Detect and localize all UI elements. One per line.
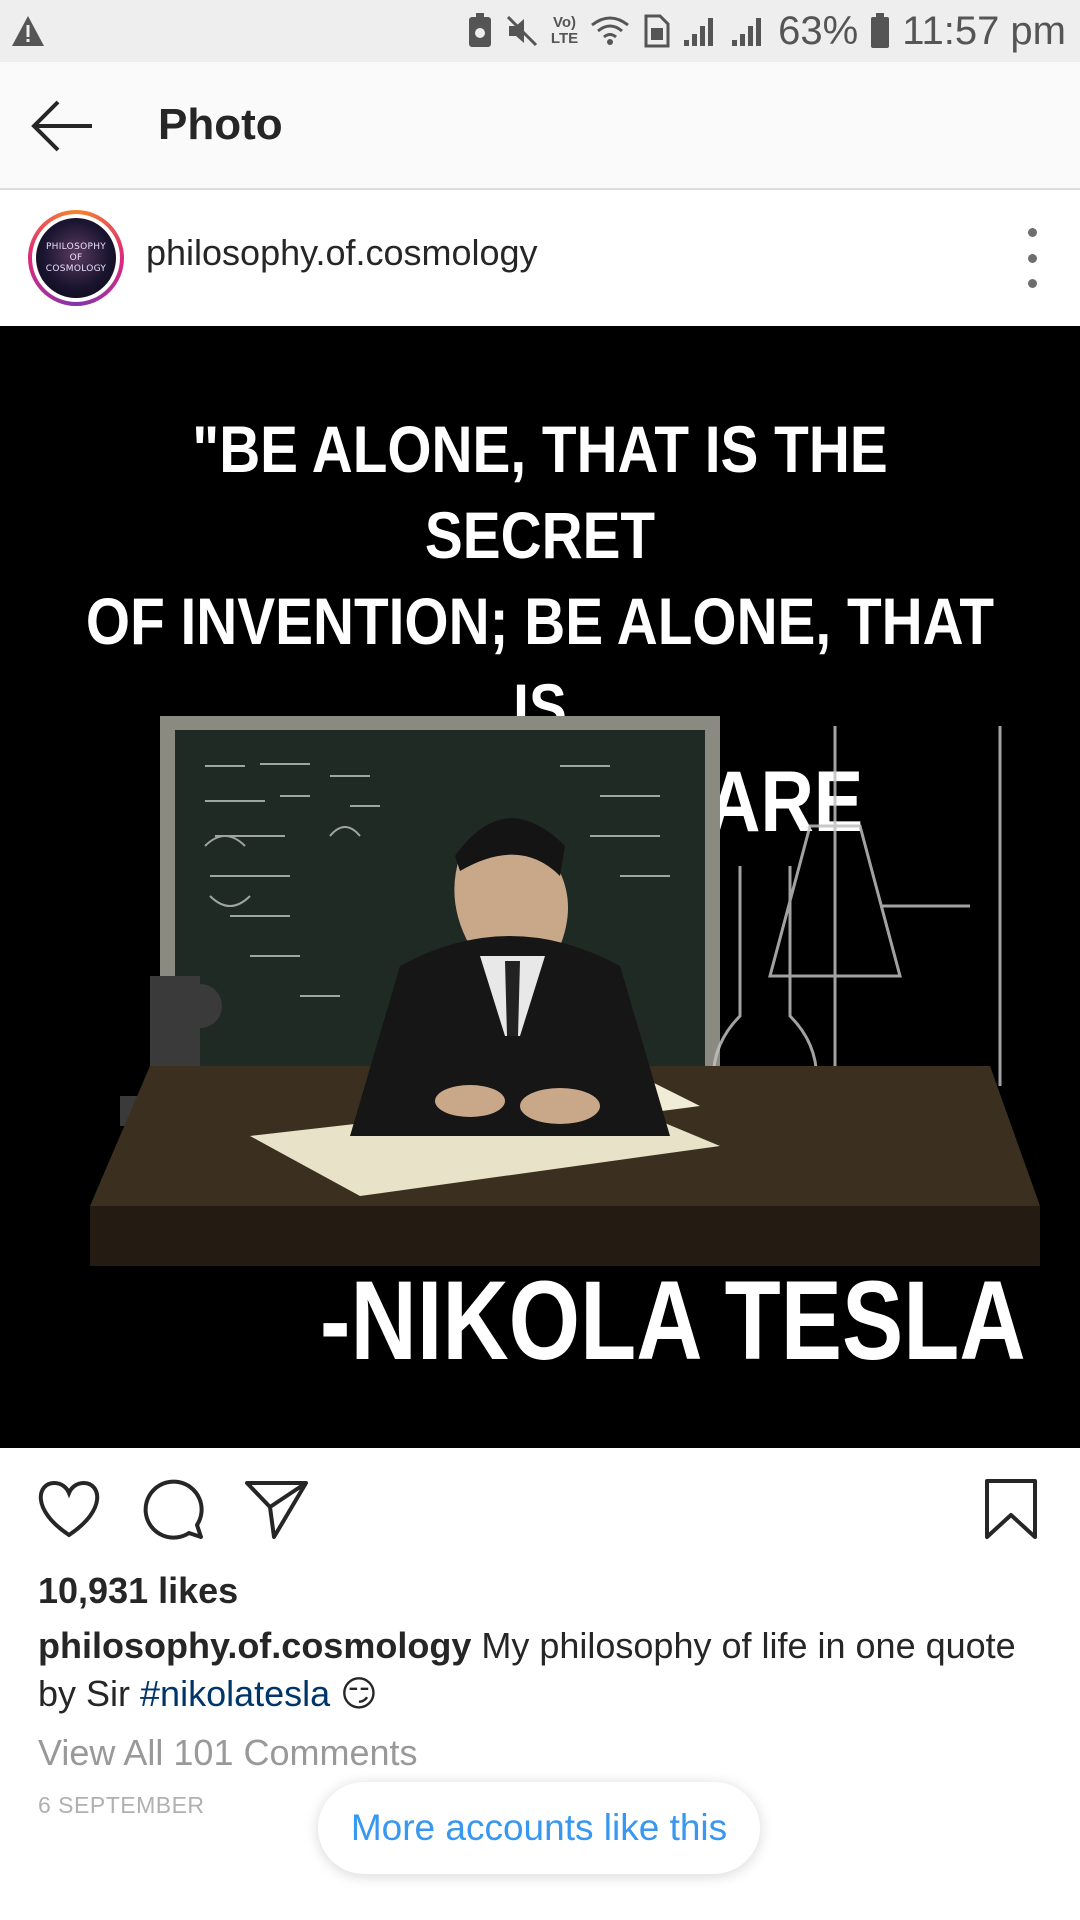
avatar-logo: PHILOSOPHY OF COSMOLOGY — [36, 218, 116, 298]
back-arrow-icon — [31, 100, 92, 152]
view-comments-link[interactable]: View All 101 Comments — [38, 1732, 418, 1774]
battery-percent: 63% — [778, 8, 859, 53]
more-options-button[interactable] — [1020, 228, 1044, 288]
volte-icon: Vo) LTE — [550, 14, 579, 47]
signal-icon-2 — [730, 14, 766, 48]
likes-count[interactable]: 10,931 likes — [38, 1570, 238, 1612]
post-header: PHILOSOPHY OF COSMOLOGY philosophy.of.co… — [0, 192, 1080, 326]
clock: 11:57 pm — [902, 8, 1066, 53]
like-button[interactable] — [34, 1474, 104, 1544]
caption-emoji: 😏 — [340, 1673, 378, 1714]
share-button[interactable] — [242, 1474, 312, 1544]
heart-icon — [38, 1480, 100, 1538]
more-accounts-button[interactable]: More accounts like this — [318, 1782, 760, 1874]
data-saver-icon — [467, 13, 493, 49]
more-dot-icon — [1027, 228, 1037, 237]
app-bar: Photo — [0, 62, 1080, 190]
signal-icon — [682, 14, 718, 48]
quote-line: "BE ALONE, THAT IS THE SECRET — [192, 412, 888, 572]
post-date: 6 SEPTEMBER — [38, 1792, 205, 1818]
more-dot-icon — [1027, 279, 1037, 288]
bookmark-icon — [985, 1479, 1037, 1539]
warning-icon — [10, 14, 46, 53]
more-dot-icon — [1027, 253, 1037, 263]
post-actions — [0, 1448, 1080, 1568]
status-bar: Vo) LTE 63% 11:57 pm — [0, 0, 1080, 62]
battery-icon — [870, 13, 890, 49]
image-attribution: -NIKOLA TESLA — [320, 1258, 1026, 1383]
caption-hashtag[interactable]: #nikolatesla — [140, 1673, 330, 1714]
sim-icon — [642, 14, 670, 48]
comment-button[interactable] — [138, 1474, 208, 1544]
post-caption: philosophy.of.cosmology My philosophy of… — [38, 1622, 1048, 1718]
page-title: Photo — [158, 100, 283, 149]
comment-icon — [143, 1479, 204, 1540]
post-image[interactable]: "BE ALONE, THAT IS THE SECRET OF INVENTI… — [0, 326, 1080, 1448]
caption-username[interactable]: philosophy.of.cosmology — [38, 1625, 471, 1666]
mute-icon — [505, 14, 539, 48]
save-button[interactable] — [976, 1474, 1046, 1544]
share-icon — [245, 1481, 308, 1539]
tesla-lab-illustration — [90, 716, 1040, 1266]
wifi-icon — [590, 15, 630, 47]
back-button[interactable] — [28, 94, 98, 158]
avatar[interactable]: PHILOSOPHY OF COSMOLOGY — [28, 210, 124, 306]
post-username[interactable]: philosophy.of.cosmology — [146, 232, 538, 274]
